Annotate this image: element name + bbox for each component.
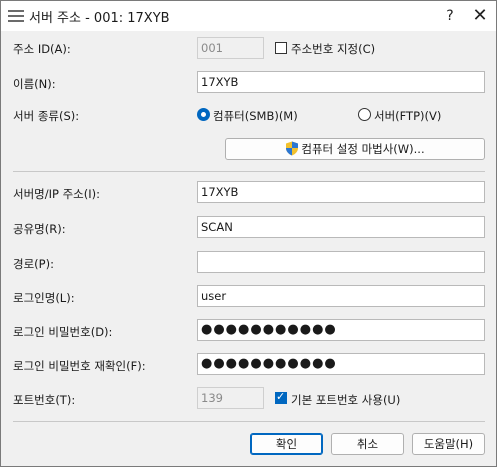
- title-bar: 서버 주소 - 001: 17XYB ? ✕: [1, 1, 496, 31]
- help-button[interactable]: 도움말(H): [412, 433, 485, 455]
- use-default-port-checkbox[interactable]: [275, 390, 287, 404]
- smb-radio-label[interactable]: 컴퓨터(SMB)(M): [213, 108, 298, 124]
- address-id-field: 001: [197, 37, 264, 59]
- smb-radio[interactable]: [197, 108, 210, 121]
- path-label: 경로(P):: [13, 257, 54, 271]
- server-name-field[interactable]: 17XYB: [197, 181, 485, 203]
- ftp-radio-label[interactable]: 서버(FTP)(V): [374, 108, 441, 124]
- wizard-button-label: 컴퓨터 설정 마법사(W)...: [301, 142, 425, 156]
- port-field: 139: [197, 387, 264, 409]
- window-title: 서버 주소 - 001: 17XYB: [29, 11, 170, 26]
- specify-address-number-checkbox[interactable]: [275, 42, 287, 54]
- name-label: 이름(N):: [13, 77, 56, 91]
- use-default-port-label[interactable]: 기본 포트번호 사용(U): [291, 392, 400, 408]
- uac-shield-icon: [286, 141, 299, 156]
- address-id-label: 주소 ID(A):: [13, 42, 71, 56]
- cancel-button[interactable]: 취소: [331, 433, 404, 455]
- port-label: 포트번호(T):: [13, 393, 76, 407]
- computer-setup-wizard-button[interactable]: 컴퓨터 설정 마법사(W)...: [225, 138, 485, 160]
- login-name-label: 로그인명(L):: [13, 291, 75, 305]
- confirm-password-label: 로그인 비밀번호 재확인(F):: [13, 359, 146, 373]
- specify-address-number-label[interactable]: 주소번호 지정(C): [291, 41, 375, 57]
- confirm-password-field[interactable]: ●●●●●●●●●●●: [197, 353, 485, 375]
- close-icon[interactable]: ✕: [469, 5, 491, 27]
- help-icon[interactable]: ?: [439, 5, 461, 27]
- name-field[interactable]: 17XYB: [197, 71, 485, 93]
- ftp-radio[interactable]: [358, 108, 371, 121]
- app-menu-icon[interactable]: [8, 8, 24, 23]
- login-password-label: 로그인 비밀번호(D):: [13, 325, 113, 339]
- share-name-label: 공유명(R):: [13, 222, 66, 236]
- server-name-label: 서버명/IP 주소(I):: [13, 187, 100, 201]
- ok-button[interactable]: 확인: [250, 433, 323, 455]
- divider: [13, 421, 485, 422]
- login-password-field[interactable]: ●●●●●●●●●●●: [197, 319, 485, 341]
- login-name-field[interactable]: user: [197, 285, 485, 307]
- server-address-dialog: 서버 주소 - 001: 17XYB ? ✕ 주소 ID(A): 001 주소번…: [0, 0, 497, 467]
- path-field[interactable]: [197, 251, 485, 273]
- server-type-label: 서버 종류(S):: [13, 109, 80, 123]
- divider: [13, 171, 485, 172]
- share-name-field[interactable]: SCAN: [197, 216, 485, 238]
